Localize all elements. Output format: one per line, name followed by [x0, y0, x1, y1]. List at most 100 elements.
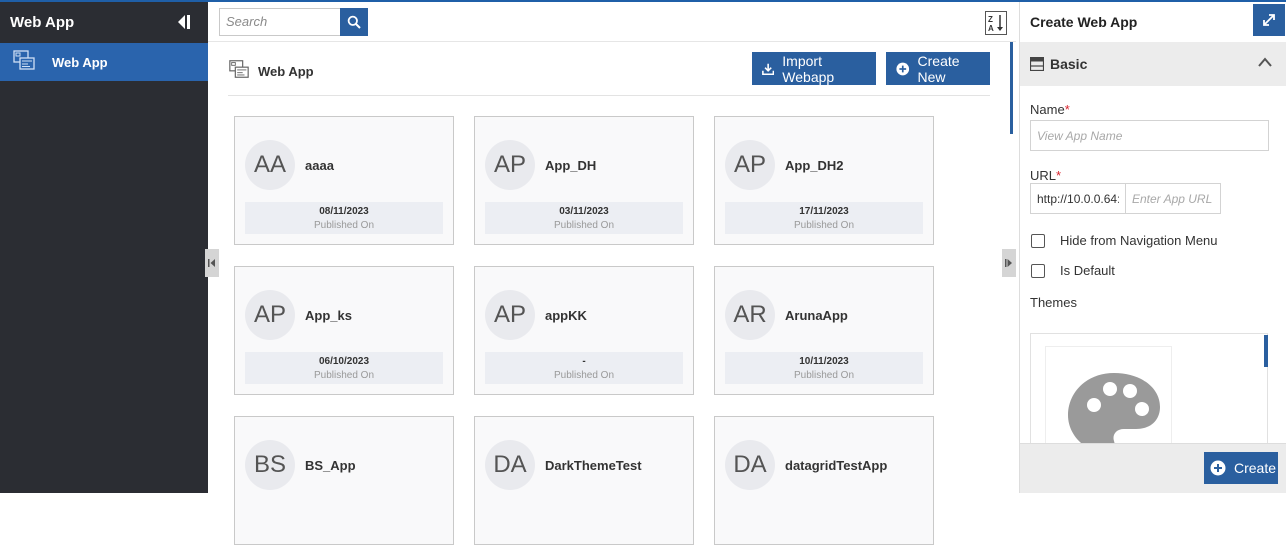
create-webapp-panel: Create Web App Basic Name* URL* Hide fro…	[1019, 2, 1286, 493]
create-button[interactable]: Create	[1204, 452, 1278, 484]
collapse-right-icon	[1005, 259, 1012, 267]
app-publish-info: 03/11/2023 Published On	[485, 202, 683, 234]
avatar: DA	[485, 440, 535, 490]
create-button-label: Create	[1234, 460, 1277, 476]
app-name-field[interactable]	[1030, 120, 1269, 151]
app-publish-info: 08/11/2023 Published On	[245, 202, 443, 234]
hide-nav-label: Hide from Navigation Menu	[1060, 233, 1218, 248]
page-header: Web App Import Webapp Create New	[228, 52, 990, 96]
sort-za-button[interactable]: Z A	[985, 11, 1007, 35]
svg-text:A: A	[988, 24, 994, 33]
is-default-checkbox[interactable]	[1031, 264, 1045, 278]
app-publish-info: 17/11/2023 Published On	[725, 202, 923, 234]
publish-date: 08/11/2023	[319, 206, 369, 217]
content-scrollbar[interactable]	[1010, 42, 1013, 134]
app-name: ArunaApp	[785, 308, 848, 323]
sidebar-item-webapp[interactable]: Web App	[0, 43, 208, 81]
publish-date: 06/10/2023	[318, 356, 370, 367]
page-title: Web App	[258, 64, 314, 79]
app-card[interactable]: DA DarkThemeTest	[474, 416, 694, 545]
required-marker: *	[1056, 168, 1062, 183]
import-webapp-label: Import Webapp	[782, 52, 835, 85]
app-publish-info: - Published On	[485, 352, 683, 384]
import-webapp-button[interactable]: Import Webapp	[752, 52, 876, 85]
app-publish-info: 06/10/2023 Published On	[245, 352, 443, 384]
publish-date: -	[582, 356, 586, 367]
sidebar-item-label: Web App	[52, 54, 108, 70]
palette-icon	[1068, 373, 1160, 445]
app-card[interactable]: BS BS_App	[234, 416, 454, 545]
theme-option[interactable]	[1045, 346, 1172, 445]
basic-section-header[interactable]: Basic	[1020, 42, 1286, 86]
create-new-label: Create New	[917, 52, 960, 85]
form-section-icon	[1030, 57, 1044, 71]
app-card[interactable]: AA aaaa 08/11/2023 Published On	[234, 116, 454, 245]
avatar: AP	[485, 290, 535, 340]
avatar: DA	[725, 440, 775, 490]
collapse-left-icon	[208, 259, 215, 267]
app-name: datagridTestApp	[785, 458, 888, 473]
themes-list	[1030, 333, 1268, 445]
panel-footer: Create	[1020, 443, 1286, 493]
chevron-up-icon	[1258, 57, 1272, 67]
search-input[interactable]	[219, 7, 340, 36]
collapse-left-pane-handle[interactable]	[205, 249, 219, 277]
hide-nav-checkbox[interactable]	[1031, 234, 1045, 248]
expand-panel-button[interactable]	[1253, 4, 1285, 36]
publish-status: Published On	[793, 370, 855, 381]
avatar: AA	[245, 140, 295, 190]
panel-header: Create Web App	[1020, 2, 1286, 42]
app-card[interactable]: AP appKK - Published On	[474, 266, 694, 395]
app-name: App_DH2	[785, 158, 844, 173]
app-name: App_DH	[545, 158, 597, 173]
main-content: Z A Web App Import Weba	[208, 2, 1016, 545]
app-name: BS_App	[305, 458, 356, 473]
avatar: AP	[245, 290, 295, 340]
webapp-icon	[12, 48, 36, 77]
url-prefix-field	[1030, 183, 1126, 214]
app-url-field[interactable]	[1125, 183, 1221, 214]
app-name: App_ks	[305, 308, 352, 323]
app-card[interactable]: AP App_DH2 17/11/2023 Published On	[714, 116, 934, 245]
section-title: Basic	[1050, 56, 1088, 72]
download-icon	[762, 63, 775, 75]
breadcrumb: Web App	[228, 58, 314, 85]
publish-date: 03/11/2023	[559, 206, 609, 217]
themes-scrollbar[interactable]	[1264, 335, 1268, 367]
app-name: DarkThemeTest	[545, 458, 642, 473]
webapp-icon	[228, 58, 250, 85]
sidebar-title: Web App	[10, 13, 75, 31]
publish-status: Published On	[793, 220, 855, 231]
url-label: URL*	[1030, 168, 1062, 183]
search-button[interactable]	[340, 7, 368, 36]
app-name: aaaa	[305, 158, 334, 173]
collapse-sidebar-icon[interactable]	[174, 12, 194, 32]
create-new-button[interactable]: Create New	[886, 52, 990, 85]
publish-status: Published On	[553, 370, 615, 381]
name-label: Name*	[1030, 102, 1070, 117]
is-default-label: Is Default	[1060, 263, 1115, 278]
app-card[interactable]: DA datagridTestApp	[714, 416, 934, 545]
publish-date: 10/11/2023	[799, 356, 849, 367]
plus-circle-icon	[1210, 460, 1226, 476]
app-name: appKK	[545, 308, 587, 323]
sidebar-header: Web App	[0, 2, 208, 42]
publish-status: Published On	[313, 220, 375, 231]
avatar: AP	[725, 140, 775, 190]
plus-circle-icon	[896, 62, 910, 75]
app-card[interactable]: AR ArunaApp 10/11/2023 Published On	[714, 266, 934, 395]
avatar: AR	[725, 290, 775, 340]
app-publish-info: 10/11/2023 Published On	[725, 352, 923, 384]
app-card[interactable]: AP App_ks 06/10/2023 Published On	[234, 266, 454, 395]
avatar: AP	[485, 140, 535, 190]
publish-status: Published On	[313, 370, 375, 381]
publish-date: 17/11/2023	[799, 206, 849, 217]
toolbar: Z A	[208, 2, 1016, 42]
publish-status: Published On	[553, 220, 615, 231]
themes-label: Themes	[1030, 295, 1077, 310]
sort-za-icon: Z A	[988, 15, 1003, 33]
app-card[interactable]: AP App_DH 03/11/2023 Published On	[474, 116, 694, 245]
required-marker: *	[1064, 102, 1070, 117]
collapse-right-pane-handle[interactable]	[1002, 249, 1016, 277]
avatar: BS	[245, 440, 295, 490]
